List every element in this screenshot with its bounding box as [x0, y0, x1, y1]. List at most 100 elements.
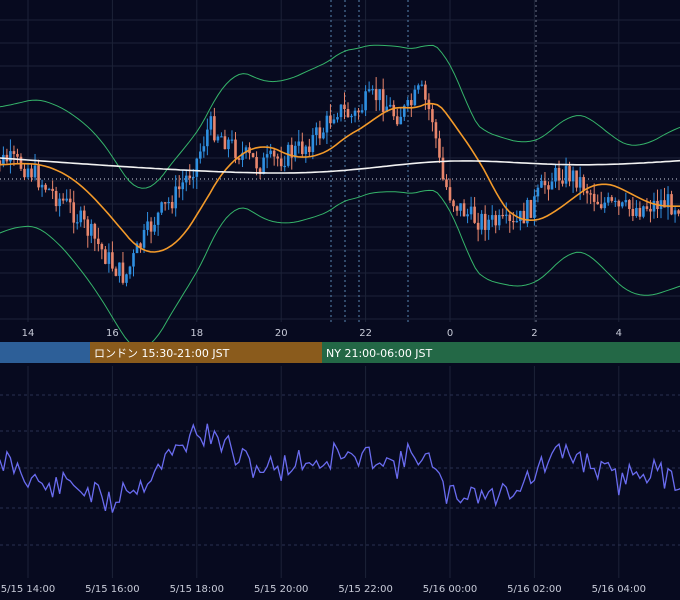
candle-body — [322, 132, 325, 139]
candle-body — [297, 141, 301, 146]
candle-body — [568, 166, 571, 182]
candle-body — [283, 165, 287, 168]
candle-body — [167, 201, 170, 204]
candle-body — [350, 115, 353, 118]
candle-body — [557, 167, 561, 181]
candle-body — [72, 202, 76, 223]
candle-body — [26, 168, 30, 178]
candle-body — [223, 136, 227, 150]
candle-body — [381, 89, 385, 112]
candle-body — [504, 214, 508, 216]
candle-body — [360, 110, 364, 113]
session-label: ロンドン 15:30-21:00 JST — [94, 347, 230, 360]
candle-body — [114, 268, 118, 276]
candle-body — [670, 194, 673, 215]
candle-body — [199, 151, 202, 159]
session-segment — [0, 342, 90, 363]
candle-body — [438, 138, 441, 158]
candle-body — [213, 116, 216, 141]
candle-body — [156, 212, 160, 225]
candle-body — [469, 206, 473, 215]
price-x-tick-label: 22 — [359, 328, 372, 339]
candle-body — [75, 222, 79, 224]
candle-body — [543, 180, 547, 186]
candle-body — [596, 201, 599, 205]
price-x-tick-label: 18 — [190, 328, 203, 339]
candle-body — [374, 89, 378, 101]
price-x-tick-label: 14 — [22, 328, 35, 339]
candle-body — [462, 203, 466, 217]
candle-body — [61, 198, 65, 201]
candle-body — [251, 153, 255, 158]
candle-body — [448, 187, 452, 201]
price-x-tick-label: 0 — [447, 328, 453, 339]
candle-body — [308, 146, 311, 153]
candle-body — [628, 200, 631, 209]
candle-body — [378, 89, 381, 101]
candle-body — [336, 117, 339, 120]
candle-body — [188, 175, 192, 179]
candle-body — [30, 168, 33, 178]
candle-body — [490, 215, 494, 220]
candle-body — [603, 202, 607, 209]
price-x-tick-label: 16 — [106, 328, 119, 339]
candle-body — [452, 200, 455, 207]
candle-body — [571, 170, 575, 182]
candle-body — [47, 188, 51, 191]
candle-body — [445, 179, 448, 188]
candle-body — [325, 115, 329, 133]
candle-body — [642, 206, 645, 217]
candle-body — [100, 244, 104, 250]
candle-body — [132, 253, 135, 267]
candle-body — [473, 206, 476, 223]
candle-body — [206, 129, 209, 147]
oscillator-x-tick-label: 5/15 18:00 — [170, 584, 224, 595]
candle-body — [44, 184, 47, 190]
candle-body — [230, 139, 234, 141]
candle-body — [177, 186, 181, 190]
candle-body — [339, 104, 343, 118]
candle-body — [424, 84, 427, 100]
candle-body — [163, 202, 167, 204]
oscillator-x-tick-label: 5/16 04:00 — [592, 584, 646, 595]
oscillator-x-tick-label: 5/15 16:00 — [85, 584, 139, 595]
candle-body — [269, 150, 272, 155]
candle-body — [37, 165, 40, 188]
candle-body — [599, 204, 603, 209]
oscillator-x-tick-label: 5/15 14:00 — [1, 584, 55, 595]
candle-body — [33, 165, 37, 178]
candle-body — [582, 177, 585, 191]
candle-body — [367, 89, 371, 92]
candle-body — [624, 200, 628, 203]
candle-body — [329, 115, 332, 124]
candle-body — [16, 153, 19, 157]
candle-body — [554, 167, 557, 182]
candle-body — [357, 110, 360, 113]
candle-body — [638, 207, 642, 217]
price-x-tick-label: 20 — [275, 328, 288, 339]
candle-body — [494, 215, 498, 226]
candle-body — [65, 198, 68, 201]
candle-body — [97, 238, 100, 245]
candle-body — [417, 85, 420, 90]
candle-body — [540, 180, 543, 188]
candle-body — [58, 198, 61, 207]
candle-body — [202, 146, 206, 152]
candle-body — [107, 252, 111, 264]
candle-body — [160, 202, 163, 213]
candle-body — [497, 214, 501, 226]
candle-body — [564, 166, 568, 184]
candle-body — [392, 104, 396, 117]
candle-body — [613, 200, 617, 203]
candle-body — [501, 214, 505, 217]
candle-body — [533, 196, 536, 218]
candle-body — [592, 193, 596, 202]
candle-body — [237, 158, 241, 160]
candle-body — [621, 202, 624, 207]
candle-body — [265, 154, 269, 158]
candle-body — [561, 180, 564, 184]
candle-body — [476, 222, 480, 230]
candle-body — [195, 158, 199, 177]
candle-body — [118, 262, 121, 276]
candle-body — [104, 249, 107, 264]
